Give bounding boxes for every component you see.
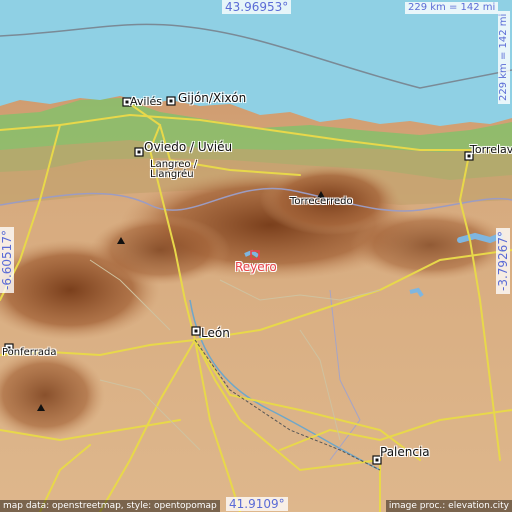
place-label-langreo: Langreo / Llangréu (150, 159, 198, 180)
city-square-icon (166, 96, 176, 106)
east-ranges (350, 210, 510, 280)
terrain-map[interactable]: Avilés Gijón/Xixón Oviedo / Uviéu Langre… (0, 0, 512, 512)
scale-vertical: 229 km = 142 mi (498, 10, 510, 104)
top-latitude-label: 43.96953° (222, 0, 292, 14)
place-label-palencia: Palencia (380, 445, 430, 459)
target-square-icon[interactable] (250, 250, 260, 260)
bottom-latitude-label: 41.9109° (226, 497, 288, 511)
right-longitude-label: -3.79267° (496, 228, 510, 294)
credit-image-processing: image proc.: elevation.city (385, 500, 512, 512)
credit-map-data: map data: openstreetmap, style: opentopo… (0, 500, 220, 512)
place-label-reyero[interactable]: Reyero (235, 260, 277, 274)
place-label-ponferrada: Ponferrada (2, 347, 57, 358)
place-label-leon: León (201, 326, 230, 340)
place-label-torrecerredo: Torrecerredo (290, 196, 353, 207)
place-label-oviedo: Oviedo / Uviéu (144, 140, 233, 154)
place-label-gijon: Gijón/Xixón (178, 91, 247, 105)
city-square-icon (191, 326, 201, 336)
scale-horizontal: 229 km = 142 mi (405, 2, 499, 14)
left-longitude-label: -6.60517° (0, 227, 14, 293)
city-square-icon (134, 147, 144, 157)
place-label-torrelavega: Torrelaveg (470, 143, 512, 156)
place-label-aviles: Avilés (130, 95, 163, 108)
reservoir-east (457, 232, 503, 244)
peak-triangle-icon (37, 404, 45, 411)
peak-triangle-icon (117, 237, 125, 244)
